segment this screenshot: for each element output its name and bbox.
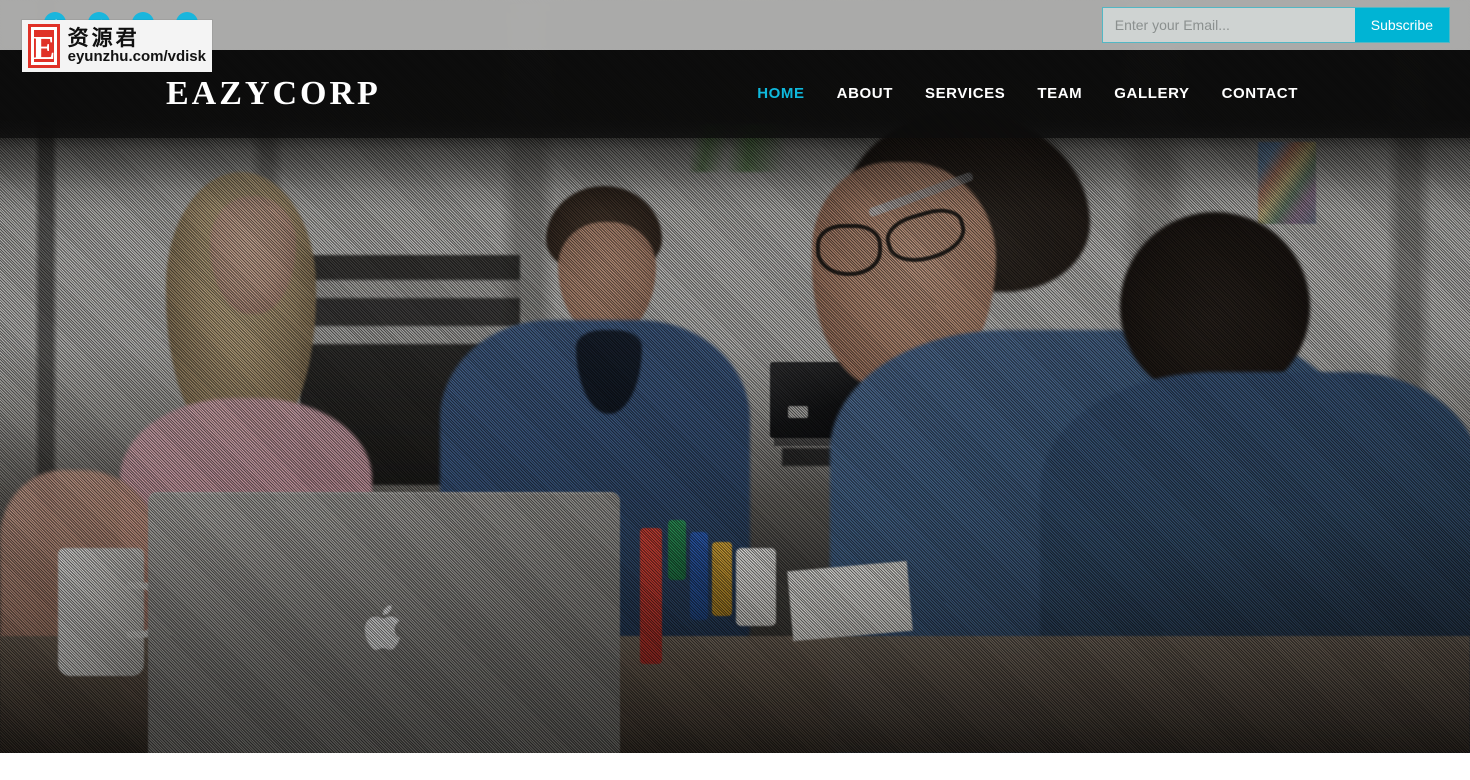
watermark-text: 资源君 eyunzhu.com/vdisk	[68, 27, 206, 66]
below-fold-strip	[0, 753, 1470, 780]
watermark-badge-icon: E	[28, 24, 60, 68]
page-root: Subscribe EAZYCORP HOME ABOUT SERVICES T…	[0, 0, 1470, 780]
watermark-chinese-label: 资源君	[67, 25, 140, 50]
nav-item-home[interactable]: HOME	[757, 85, 804, 102]
subscribe-button[interactable]: Subscribe	[1354, 8, 1449, 42]
email-input[interactable]	[1102, 8, 1355, 42]
nav-item-contact[interactable]: CONTACT	[1222, 85, 1298, 102]
watermark-overlay: E 资源君 eyunzhu.com/vdisk	[22, 20, 212, 72]
nav-item-team[interactable]: TEAM	[1037, 85, 1082, 102]
subscribe-form[interactable]: Subscribe	[1101, 7, 1450, 43]
main-navigation: EAZYCORP HOME ABOUT SERVICES TEAM GALLER…	[0, 50, 1470, 138]
nav-item-gallery[interactable]: GALLERY	[1114, 85, 1189, 102]
watermark-url-label: eyunzhu.com/vdisk	[67, 47, 206, 65]
nav-item-services[interactable]: SERVICES	[925, 85, 1005, 102]
brand-logo[interactable]: EAZYCORP	[166, 75, 381, 113]
nav-item-about[interactable]: ABOUT	[837, 85, 893, 102]
top-bar: Subscribe	[0, 0, 1470, 50]
nav-links: HOME ABOUT SERVICES TEAM GALLERY CONTACT	[757, 85, 1298, 103]
